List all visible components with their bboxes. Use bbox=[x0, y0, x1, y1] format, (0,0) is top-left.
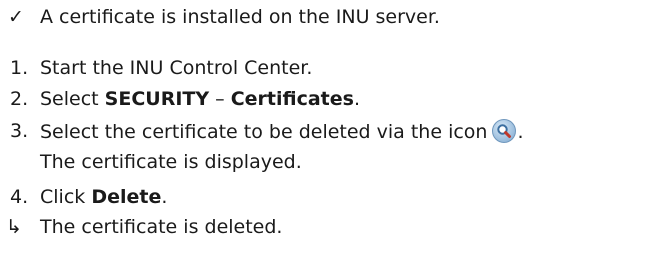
menu-certificates: Certificates bbox=[230, 88, 354, 110]
delete-label: Delete bbox=[91, 186, 162, 208]
step-text: Click Delete. bbox=[40, 184, 167, 210]
step-prefix: Click bbox=[40, 186, 92, 208]
search-icon bbox=[491, 118, 517, 144]
step-prefix: Select bbox=[40, 88, 105, 110]
result-text: The certificate is deleted. bbox=[40, 216, 283, 238]
step-text: Select the certificate to be deleted via… bbox=[40, 118, 524, 145]
step-suffix: . bbox=[517, 121, 524, 143]
step-text: Start the INU Control Center. bbox=[40, 57, 313, 79]
step-suffix: . bbox=[161, 186, 168, 208]
prerequisite-text: A certificate is installed on the INU se… bbox=[40, 6, 440, 28]
step-text: Select SECURITY – Certificates. bbox=[40, 86, 360, 112]
step-suffix: . bbox=[353, 88, 361, 110]
step-result-text: The certificate is displayed. bbox=[40, 151, 302, 173]
step-separator: – bbox=[209, 88, 231, 110]
step-body: Select the certificate to be deleted via… bbox=[40, 121, 488, 143]
menu-security: SECURITY bbox=[104, 88, 210, 110]
